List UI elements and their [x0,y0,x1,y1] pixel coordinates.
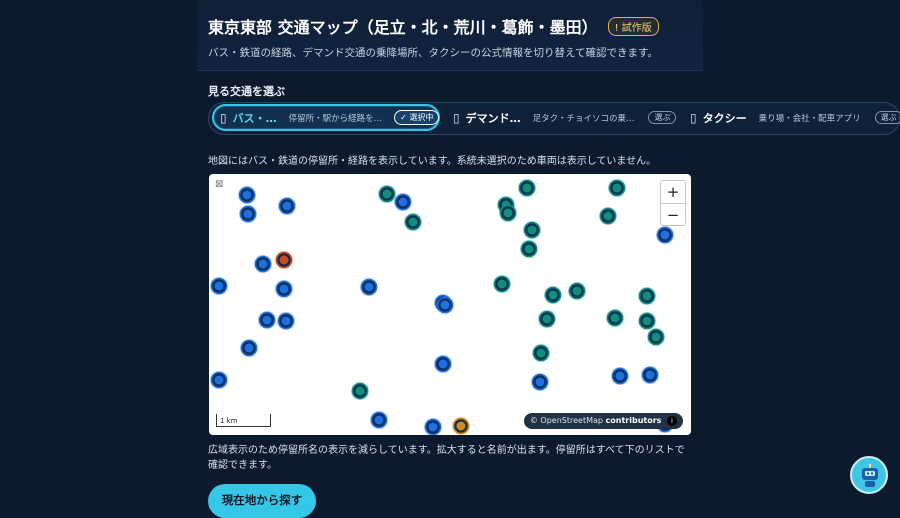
title-row: 東京東部 交通マップ（足立・北・荒川・葛飾・墨田） ! 試作版 [208,14,659,38]
bus-stop-marker[interactable] [275,280,293,298]
bus-stop-marker[interactable] [611,367,629,385]
attribution-link[interactable]: contributors [606,416,662,425]
bus-stop-marker[interactable] [656,226,674,244]
page-title: 東京東部 交通マップ（足立・北・荒川・葛飾・墨田） [208,18,598,37]
mode-option-name: デマンド… [465,111,521,125]
mode-option-name: タクシー [702,111,747,125]
bus-stop-marker[interactable] [424,418,442,435]
highlight-stop-marker[interactable] [275,251,293,269]
bus-stop-marker[interactable] [360,278,378,296]
beta-badge: ! 試作版 [607,16,659,36]
rail-station-marker[interactable] [638,287,656,305]
choose-badge: 選ぶ [874,111,900,124]
rail-station-marker[interactable] [523,221,541,239]
transit-map[interactable]: ⊠ + − 1 km © OpenStreetMap contributors … [209,174,691,435]
zoom-control: + − [660,180,686,226]
rail-station-marker[interactable] [378,185,396,203]
bus-stop-marker[interactable] [394,193,412,211]
bus-stop-marker[interactable] [531,373,549,391]
mode-option-desc: 乗り場・会社・配車アプリ [758,113,861,124]
rail-station-marker[interactable] [499,204,517,222]
mode-option-name: バス・… [232,111,277,125]
bus-stop-marker[interactable] [434,355,452,373]
bus-icon: ▯ [220,110,227,125]
map-status-note: 地図にはバス・鉄道の停留所・経路を表示しています。系統未選択のため車両は表示して… [208,156,657,167]
map-attribution[interactable]: © OpenStreetMap contributors i [523,413,683,429]
rail-station-marker[interactable] [544,286,562,304]
rail-station-marker[interactable] [568,282,586,300]
bus-stop-marker[interactable] [277,312,295,330]
mode-option-taxi[interactable]: ▯ タクシー 乗り場・会社・配車アプリ 選ぶ [684,105,900,130]
choose-badge: 選ぶ [648,111,677,124]
rail-station-marker[interactable] [493,275,511,293]
mode-option-bus[interactable]: ▯ バス・… 停留所・駅から経路を… ✓ 選択中 [212,104,440,131]
stop-list-note: 広域表示のため停留所名の表示を減らしています。拡大すると名前が出ます。停留所はす… [208,445,685,471]
taxi-icon: ▯ [690,110,697,125]
rail-station-marker[interactable] [608,179,626,197]
bus-stop-marker[interactable] [278,197,296,215]
scale-bar: 1 km [216,414,271,427]
info-icon[interactable]: i [667,416,677,426]
rail-station-marker[interactable] [599,207,617,225]
robot-icon [862,464,878,487]
fullscreen-icon[interactable]: ⊠ [215,179,223,190]
rail-station-marker[interactable] [520,240,538,258]
zoom-in-button[interactable]: + [661,181,685,203]
rail-station-marker[interactable] [638,312,656,330]
rail-station-marker[interactable] [606,309,624,327]
mode-selector: ▯ バス・… 停留所・駅から経路を… ✓ 選択中 ▯ デマンド… 足タク・チョイ… [208,102,900,135]
attribution-text: © OpenStreetMap [529,416,603,425]
bus-stop-marker[interactable] [210,277,228,295]
stop-markers-layer [210,179,674,435]
assistant-button[interactable] [850,456,888,494]
bus-stop-marker[interactable] [210,371,228,389]
rail-station-marker[interactable] [538,310,556,328]
demand-icon: ▯ [453,110,460,125]
mode-option-desc: 足タク・チョイソコの乗… [532,113,635,124]
mode-option-desc: 停留所・駅から経路を… [288,113,383,124]
zoom-out-button[interactable]: − [661,203,685,226]
highlight-stop-marker[interactable] [452,417,470,435]
bus-stop-marker[interactable] [641,366,659,384]
bus-stop-marker[interactable] [370,411,388,429]
page-header: 東京東部 交通マップ（足立・北・荒川・葛飾・墨田） ! 試作版 バス・鉄道の経路… [197,0,703,71]
bus-stop-marker[interactable] [436,296,454,314]
rail-station-marker[interactable] [518,179,536,197]
rail-station-marker[interactable] [404,213,422,231]
locate-button[interactable]: 現在地から探す [208,484,316,518]
rail-station-marker[interactable] [351,382,369,400]
rail-station-marker[interactable] [647,328,665,346]
page-subtitle: バス・鉄道の経路、デマンド交通の乗降場所、タクシーの公式情報を切り替えて確認でき… [208,47,658,59]
bus-stop-marker[interactable] [240,339,258,357]
selected-badge: ✓ 選択中 [394,110,440,125]
bus-stop-marker[interactable] [238,186,256,204]
bus-stop-marker[interactable] [239,205,257,223]
mode-option-demand[interactable]: ▯ デマンド… 足タク・チョイソコの乗… 選ぶ [447,105,677,130]
rail-station-marker[interactable] [532,344,550,362]
mode-selector-label: 見る交通を選ぶ [208,85,285,98]
bus-stop-marker[interactable] [254,255,272,273]
bus-stop-marker[interactable] [258,311,276,329]
